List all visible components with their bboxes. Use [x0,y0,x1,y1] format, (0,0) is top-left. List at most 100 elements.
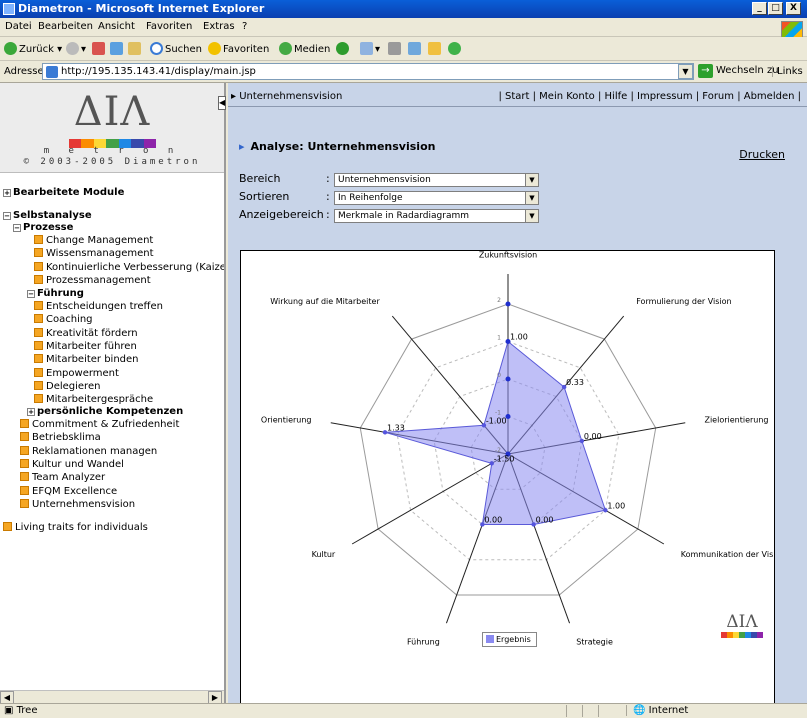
menu-favoriten[interactable]: Favoriten [146,21,192,32]
minimize-button[interactable]: _ [752,2,767,15]
tree-item[interactable]: Entscheidungen treffen [34,301,163,312]
menu-extras[interactable]: Extras [203,21,235,32]
close-button[interactable]: X [786,2,801,15]
edit-button[interactable] [408,42,423,55]
go-button[interactable]: → Wechseln zu [698,64,779,78]
divider [228,106,807,107]
history-button[interactable] [336,42,351,55]
search-button[interactable]: Suchen [150,42,202,55]
tree-living-traits[interactable]: Living traits for individuals [3,522,148,533]
radar-svg: 210-1-21.000.330.001.000.000.00-1.501.33… [261,251,786,647]
status-bar: ▣ Tree 🌐 Internet [0,703,807,718]
links-button[interactable]: Links [772,66,803,77]
stop-button[interactable] [92,42,107,55]
value-label: -1.50 [494,454,515,463]
sort-select[interactable]: In Reihenfolge ▼ [334,191,539,205]
tree-item[interactable]: Delegieren [34,380,100,392]
scroll-right-icon[interactable]: ▶ [208,691,222,703]
tree-item[interactable]: Commitment & Zufriedenheit [20,419,179,430]
tree-item-label: Mitarbeiter binden [46,354,139,366]
scroll-left-icon[interactable]: ◀ [0,691,14,703]
address-input[interactable]: http://195.135.143.41/display/main.jsp [42,63,694,80]
sidebar-collapse-icon[interactable]: ◀ [218,96,226,110]
module-icon [34,394,43,404]
mail-button[interactable]: ▾ [360,42,380,55]
refresh-button[interactable] [110,42,125,55]
tree-item[interactable]: EFQM Excellence [20,485,117,497]
module-icon [34,380,43,390]
tree-item-label: Mitarbeiter führen [46,340,137,352]
tree-item[interactable]: Coaching [34,314,93,325]
forward-button[interactable]: ▾ [66,42,86,55]
home-button[interactable] [128,42,143,55]
page-title-text: Analyse: Unternehmensvision [250,140,436,153]
media-label: Medien [294,44,331,55]
back-button[interactable]: Zurück ▾ [4,42,62,55]
tree-item[interactable]: Kultur und Wandel [20,458,124,470]
page-title: ▸ Analyse: Unternehmensvision [239,140,435,153]
category-label: Kommunikation der Vision [681,550,776,559]
tree-item[interactable]: Change Management [34,235,153,246]
collapse-icon: − [13,224,21,232]
menu-ansicht[interactable]: Ansicht [98,21,135,32]
tree-bearbeitete-module[interactable]: + Bearbeitete Module [3,187,124,198]
menu-help[interactable]: ? [242,21,247,32]
menu-datei[interactable]: Datei [5,21,32,32]
sidebar: ΔΙΛ m e t r o n © 2003-2005 Diametron + B… [0,83,226,703]
tree-item[interactable]: Kontinuierliche Verbesserung (Kaize [34,261,224,273]
module-icon [20,472,29,482]
tree-item[interactable]: Betriebsklima [20,432,101,443]
chevron-down-icon: ▼ [525,174,538,186]
back-label: Zurück [19,44,54,55]
print-button[interactable] [388,42,403,55]
mail-icon [360,42,373,55]
messenger-button[interactable] [448,42,463,55]
tree-item[interactable]: Empowerment [34,367,119,379]
tree-persoenliche-kompetenzen[interactable]: + persönliche Kompetenzen [27,406,183,417]
ie-icon [3,3,15,15]
media-icon [279,42,292,55]
sidebar-horizontal-scrollbar[interactable]: ◀ ▶ [0,690,224,703]
category-label: Zielorientierung [704,415,768,424]
history-icon [336,42,349,55]
zone-label: Internet [648,705,689,716]
go-label: Wechseln zu [716,65,779,76]
breadcrumb-label: Unternehmensvision [239,91,343,102]
colon: : [326,172,330,185]
bereich-select[interactable]: Unternehmensvision ▼ [334,173,539,187]
chart-legend: Ergebnis [482,632,537,647]
address-dropdown-icon[interactable]: ▼ [678,64,693,79]
tree-item[interactable]: Reklamationen managen [20,445,157,457]
area-select[interactable]: Merkmale in Radardiagramm ▼ [334,209,539,223]
print-link[interactable]: Drucken [739,148,785,161]
tree-selbstanalyse[interactable]: − Selbstanalyse [3,210,92,221]
top-links[interactable]: | Start | Mein Konto | Hilfe | Impressum… [498,91,801,102]
address-bar: Adresse http://195.135.143.41/display/ma… [0,61,807,83]
tree-item[interactable]: Wissensmanagement [34,248,154,259]
chevron-down-icon: ▼ [525,210,538,222]
folder-button[interactable] [428,42,443,55]
media-button[interactable]: Medien [279,42,330,55]
module-icon [34,367,43,377]
tick-point [505,301,511,307]
tree-fuehrung[interactable]: − Führung [27,288,84,299]
tree-item[interactable]: Mitarbeiter führen [34,340,137,352]
tree-item-label: Mitarbeitergespräche [46,394,154,406]
tree-prozesse[interactable]: − Prozesse [13,222,73,233]
tree-item-label: Entscheidungen treffen [46,301,163,312]
tree-item[interactable]: Prozessmanagement [34,274,151,286]
tree-item[interactable]: Mitarbeitergespräche [34,394,153,405]
tree-item-label: Kreativität fördern [46,327,138,339]
module-icon [34,327,43,337]
menu-bearbeiten[interactable]: Bearbeiten [38,21,93,32]
tree-item[interactable]: Kreativität fördern [34,327,138,339]
printer-icon [388,42,401,55]
tree-item[interactable]: Team Analyzer [20,472,105,483]
module-icon [20,432,29,442]
tree-item[interactable]: Mitarbeiter binden [34,354,139,365]
tree-item[interactable]: Unternehmensvision [20,498,135,510]
favorites-button[interactable]: Favoriten [208,42,269,55]
value-label: 1.00 [607,501,625,510]
maximize-button[interactable]: □ [768,2,783,15]
colon: : [326,190,330,203]
